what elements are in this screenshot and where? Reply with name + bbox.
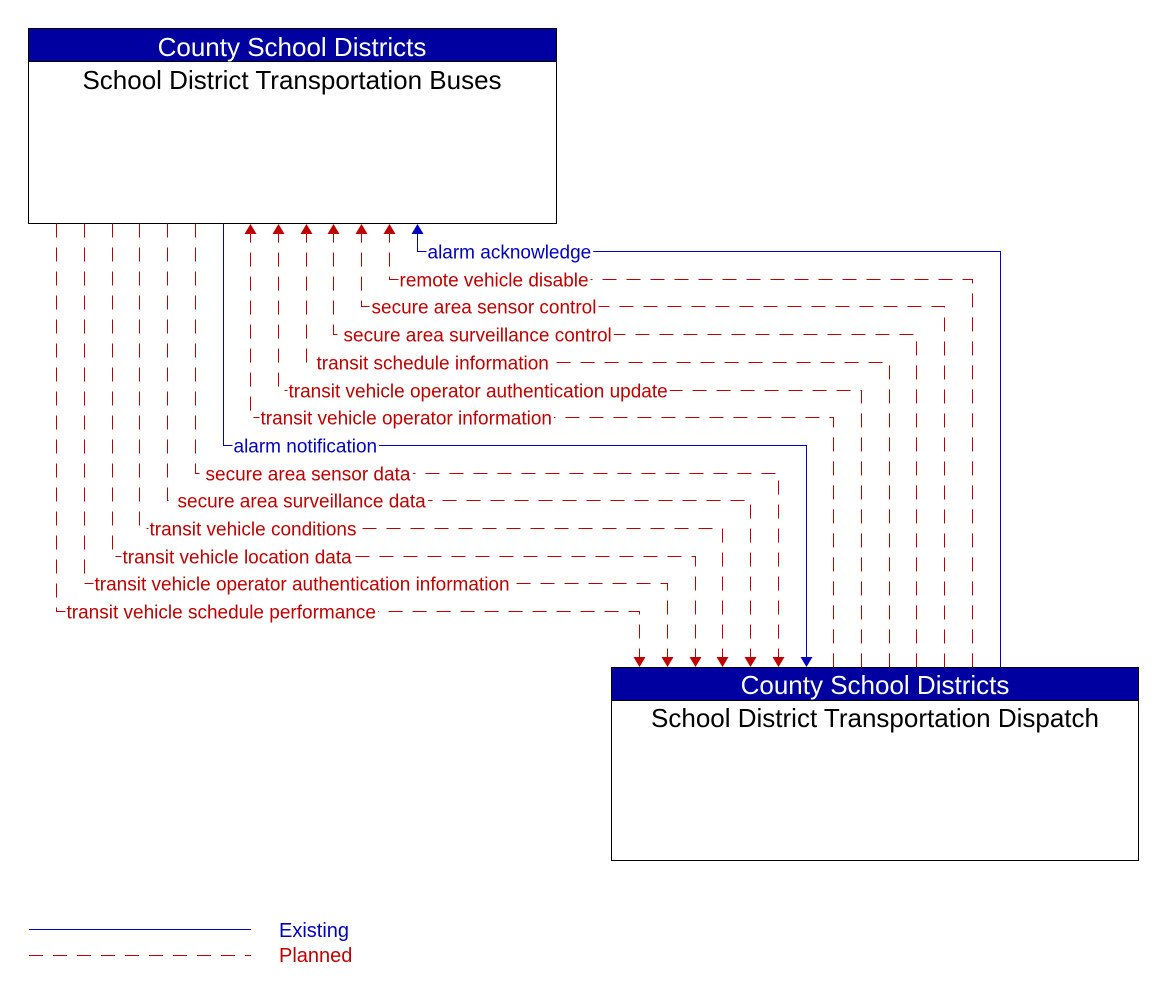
arrow-head-icon bbox=[300, 224, 313, 234]
arrow-head-icon bbox=[327, 224, 340, 234]
arrow-head-icon bbox=[800, 657, 813, 667]
legend: Existing Planned bbox=[29, 920, 352, 967]
node-buses-owner: County School Districts bbox=[158, 32, 427, 62]
flow-label: alarm notification bbox=[234, 437, 378, 458]
node-dispatch-title: School District Transportation Dispatch bbox=[651, 703, 1099, 733]
arrow-head-icon bbox=[244, 224, 257, 234]
arrow-head-icon bbox=[744, 657, 757, 667]
arrow-head-icon bbox=[272, 224, 285, 234]
flow-label: secure area sensor control bbox=[372, 298, 597, 319]
flow-label: transit vehicle schedule performance bbox=[67, 603, 376, 624]
flow-label: transit schedule information bbox=[317, 354, 549, 375]
flow-label: transit vehicle location data bbox=[123, 548, 353, 569]
flow-label: transit vehicle conditions bbox=[150, 520, 357, 541]
arrow-head-icon bbox=[383, 224, 396, 234]
legend-planned-label: Planned bbox=[279, 945, 352, 967]
flow-label: alarm acknowledge bbox=[428, 243, 592, 264]
arrow-head-icon bbox=[661, 657, 674, 667]
flow-label: remote vehicle disable bbox=[400, 271, 589, 292]
arrow-head-icon bbox=[633, 657, 646, 667]
legend-existing-label: Existing bbox=[279, 920, 349, 942]
flow-label: transit vehicle operator information bbox=[261, 409, 552, 430]
architecture-flow-diagram: County School Districts School District … bbox=[28, 28, 1139, 967]
arrow-head-icon bbox=[355, 224, 368, 234]
arrow-head-icon bbox=[716, 657, 729, 667]
arrow-head-icon bbox=[411, 224, 424, 234]
flows-layer: alarm acknowledge remote vehicle disable s… bbox=[56, 223, 1001, 668]
node-dispatch-owner: County School Districts bbox=[741, 670, 1010, 700]
node-dispatch[interactable]: County School Districts School District … bbox=[611, 667, 1139, 861]
arrow-head-icon bbox=[772, 657, 785, 667]
flow-label: secure area surveillance data bbox=[178, 492, 427, 513]
node-buses[interactable]: County School Districts School District … bbox=[28, 28, 557, 224]
flow-label: secure area surveillance control bbox=[344, 326, 612, 347]
arrow-head-icon bbox=[689, 657, 702, 667]
node-buses-title: School District Transportation Buses bbox=[82, 65, 501, 95]
flow-label: secure area sensor data bbox=[206, 465, 411, 486]
flow-label: transit vehicle operator authentication … bbox=[289, 382, 668, 403]
flow-label: transit vehicle operator authentication … bbox=[95, 575, 510, 596]
